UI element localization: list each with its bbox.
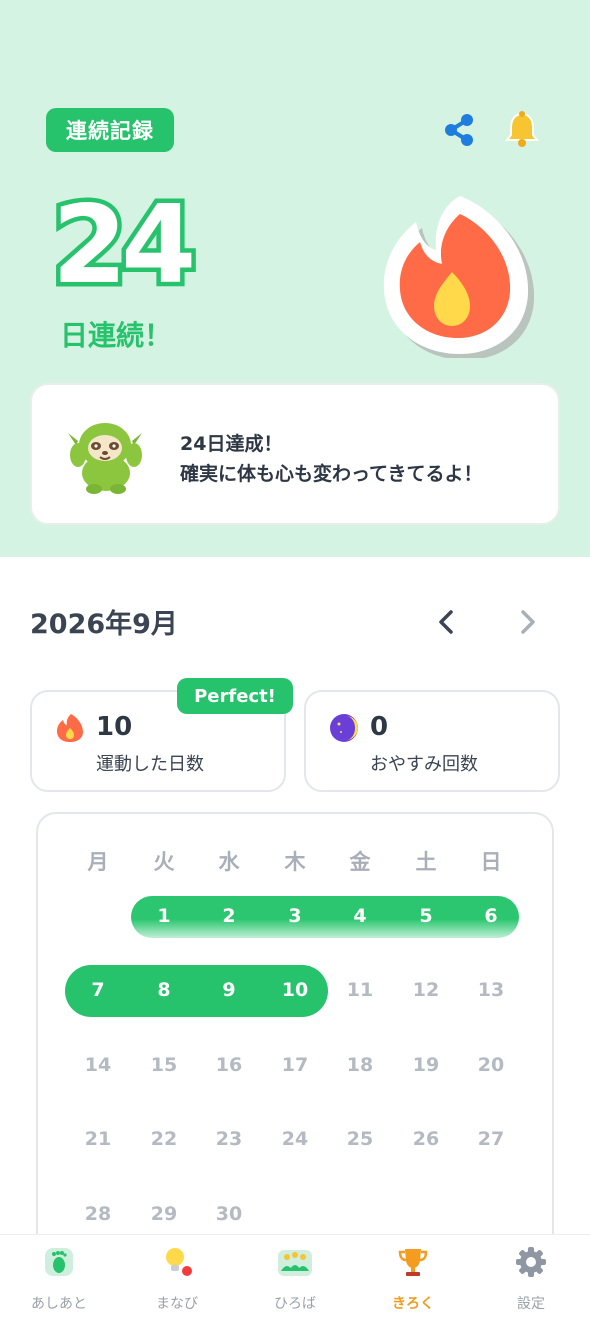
- calendar-day[interactable]: 18: [335, 1054, 385, 1076]
- calendar-day[interactable]: 29: [139, 1203, 189, 1225]
- streak-count: 24: [47, 181, 200, 310]
- rest-count-label: おやすみ回数: [370, 754, 478, 775]
- calendar-day[interactable]: 11: [335, 979, 385, 1001]
- share-button[interactable]: [437, 108, 481, 152]
- calendar-day[interactable]: 2: [204, 905, 254, 927]
- streak-flame-sticker: [372, 186, 538, 360]
- moon-icon: [330, 714, 358, 742]
- calendar-day[interactable]: 21: [73, 1128, 123, 1150]
- tab-label: 設定: [517, 1296, 545, 1312]
- month-title: 2026年9月: [30, 609, 178, 640]
- bottom-tab-bar: あしあと まなび ひろば きろく 設定: [0, 1234, 590, 1339]
- calendar-day[interactable]: 16: [204, 1054, 254, 1076]
- tab-label: きろく: [392, 1296, 434, 1312]
- streak-suffix: 日連続！: [60, 319, 173, 352]
- weekday-label: 金: [349, 850, 371, 874]
- tab-kiroku[interactable]: きろく: [363, 1245, 463, 1325]
- lightbulb-icon: [166, 1248, 192, 1276]
- chevron-left-icon: [439, 610, 453, 634]
- calendar-day[interactable]: 23: [204, 1128, 254, 1150]
- tab-label: まなび: [156, 1296, 198, 1312]
- calendar-day[interactable]: 22: [139, 1128, 189, 1150]
- calendar-day[interactable]: 17: [270, 1054, 320, 1076]
- flame-icon: [57, 714, 83, 742]
- share-icon: [445, 114, 473, 146]
- calendar-day[interactable]: 10: [270, 979, 320, 1001]
- calendar-day[interactable]: 27: [466, 1128, 516, 1150]
- calendar-day[interactable]: 4: [335, 905, 385, 927]
- calendar-day[interactable]: 15: [139, 1054, 189, 1076]
- tab-label: あしあと: [31, 1296, 87, 1312]
- calendar-day[interactable]: 26: [401, 1128, 451, 1150]
- message-line-1: 24日達成！: [180, 433, 283, 455]
- prev-month-button[interactable]: [428, 604, 464, 640]
- tab-ashiato[interactable]: あしあと: [9, 1245, 109, 1325]
- calendar-day[interactable]: 30: [204, 1203, 254, 1225]
- exercise-days-value: 10: [96, 712, 133, 742]
- streak-badge: 連続記録: [46, 108, 174, 152]
- tab-settings[interactable]: 設定: [481, 1245, 581, 1325]
- weekday-label: 木: [284, 850, 306, 874]
- rest-count-card: 0 おやすみ回数: [304, 690, 560, 792]
- calendar-day[interactable]: 12: [401, 979, 451, 1001]
- calendar-day[interactable]: 6: [466, 905, 516, 927]
- calendar-day[interactable]: 13: [466, 979, 516, 1001]
- rest-count-value: 0: [370, 712, 389, 742]
- calendar-day[interactable]: 9: [204, 979, 254, 1001]
- calendar-day[interactable]: 25: [335, 1128, 385, 1150]
- perfect-badge: Perfect!: [177, 678, 293, 714]
- calendar-day[interactable]: 19: [401, 1054, 451, 1076]
- streak-band-week-1: [131, 896, 519, 938]
- gear-icon: [516, 1247, 546, 1277]
- next-month-button[interactable]: [510, 604, 546, 640]
- streak-header: 連続記録 24 日連続！ 24日達成！ 確実に体も心も変わってきてるよ！: [0, 0, 590, 557]
- flame-icon: [383, 196, 535, 360]
- message-card: 24日達成！ 確実に体も心も変わってきてるよ！: [30, 383, 560, 525]
- tab-label: ひろば: [274, 1296, 316, 1312]
- sloth-mascot-icon: [68, 423, 142, 494]
- community-icon: [278, 1250, 312, 1276]
- calendar-day[interactable]: 14: [73, 1054, 123, 1076]
- exercise-days-label: 運動した日数: [96, 754, 204, 775]
- footprint-icon: [45, 1248, 73, 1276]
- calendar-day[interactable]: 5: [401, 905, 451, 927]
- weekday-label: 水: [218, 850, 240, 874]
- trophy-icon: [398, 1249, 428, 1276]
- tab-hiroba[interactable]: ひろば: [245, 1245, 345, 1325]
- message-text: 24日達成！ 確実に体も心も変わってきてるよ！: [180, 429, 482, 489]
- calendar-day[interactable]: 8: [139, 979, 189, 1001]
- calendar-day[interactable]: 28: [73, 1203, 123, 1225]
- weekday-label: 土: [415, 850, 437, 874]
- weekday-label: 火: [153, 850, 175, 874]
- weekday-label: 月: [87, 850, 109, 874]
- tab-manabi[interactable]: まなび: [127, 1245, 227, 1325]
- calendar-day[interactable]: 24: [270, 1128, 320, 1150]
- calendar-day[interactable]: 7: [73, 979, 123, 1001]
- bell-icon: [504, 111, 540, 147]
- chevron-right-icon: [521, 610, 535, 634]
- calendar-day[interactable]: 3: [270, 905, 320, 927]
- weekday-label: 日: [480, 850, 502, 874]
- calendar-day[interactable]: 1: [139, 905, 189, 927]
- message-line-2: 確実に体も心も変わってきてるよ！: [180, 463, 483, 485]
- calendar-day[interactable]: 20: [466, 1054, 516, 1076]
- notification-button[interactable]: [500, 108, 544, 152]
